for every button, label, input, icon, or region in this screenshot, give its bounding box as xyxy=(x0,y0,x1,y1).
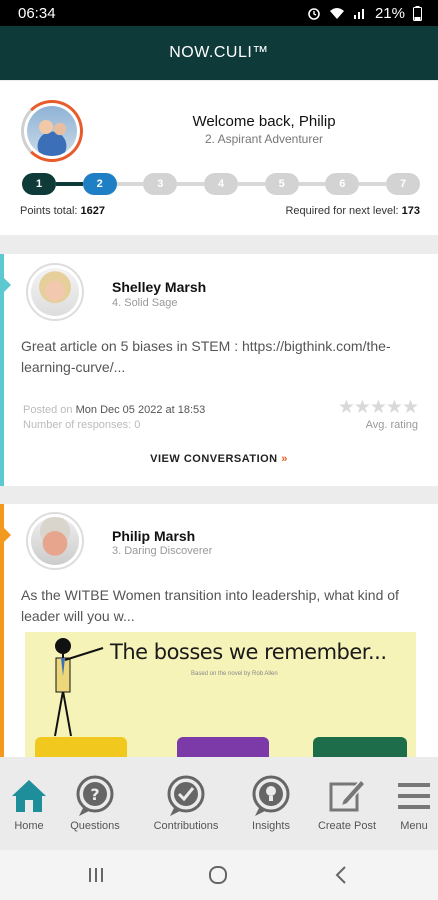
level-connector xyxy=(116,182,144,186)
image-subtitle: Based on the novel by Rob Allen xyxy=(191,671,278,677)
check-bubble-icon xyxy=(164,774,208,818)
required-label: Required for next level: xyxy=(285,205,399,217)
post-text[interactable]: As the WITBE Women transition into leade… xyxy=(21,585,425,627)
nav-questions-label: Questions xyxy=(70,820,120,832)
welcome-text: Welcome back, Philip xyxy=(192,113,336,130)
author-avatar[interactable] xyxy=(26,512,84,570)
nav-menu-label: Menu xyxy=(400,820,428,832)
posted-label: Posted on xyxy=(23,404,73,416)
image-card xyxy=(313,737,407,757)
level-connector xyxy=(298,182,326,186)
battery-icon xyxy=(413,5,422,21)
profile-card: Welcome back, Philip 2. Aspirant Adventu… xyxy=(0,81,438,235)
app-title: NOW.CULI™ xyxy=(169,44,269,61)
post-card[interactable]: Philip Marsh 3. Daring Discoverer As the… xyxy=(0,504,438,757)
author-name[interactable]: Philip Marsh xyxy=(112,528,195,544)
nav-insights-label: Insights xyxy=(252,820,290,832)
points-required: Required for next level: 173 xyxy=(285,205,420,217)
question-bubble-icon: ? xyxy=(73,774,117,818)
avg-rating-label: Avg. rating xyxy=(365,419,418,431)
user-level-name: 2. Aspirant Adventurer xyxy=(204,132,324,146)
level-step-3: 3 xyxy=(143,173,178,195)
level-connector xyxy=(177,182,204,186)
post-accent-pointer xyxy=(4,528,11,542)
level-step-2: 2 xyxy=(82,173,117,195)
signal-icon xyxy=(353,8,364,19)
author-rank: 4. Solid Sage xyxy=(112,297,178,309)
chevron-right-icon: » xyxy=(281,453,288,465)
image-card xyxy=(177,737,269,757)
svg-text:?: ? xyxy=(90,785,99,804)
points-value: 1627 xyxy=(80,205,106,217)
post-accent-pointer xyxy=(4,278,11,292)
nav-contributions[interactable]: Contributions xyxy=(140,757,232,850)
view-conversation-button[interactable]: VIEW CONVERSATION » xyxy=(0,453,438,465)
recent-apps-icon[interactable] xyxy=(86,863,106,887)
status-time: 06:34 xyxy=(18,4,56,22)
post-image[interactable]: The bosses we remember... Based on the n… xyxy=(25,632,416,757)
system-navigation-bar xyxy=(0,850,438,900)
author-name[interactable]: Shelley Marsh xyxy=(112,279,206,295)
level-connector xyxy=(238,182,265,186)
view-conversation-label: VIEW CONVERSATION xyxy=(150,453,278,465)
level-step-5: 5 xyxy=(264,173,299,195)
responses-label: Number of responses: xyxy=(23,419,132,431)
post-meta: Posted on Mon Dec 05 2022 at 18:53 Numbe… xyxy=(23,403,205,433)
lightbulb-bubble-icon xyxy=(249,774,293,818)
posted-date: Mon Dec 05 2022 at 18:53 xyxy=(75,404,206,416)
level-step-4: 4 xyxy=(204,173,238,195)
nav-create-post[interactable]: Create Post xyxy=(308,757,386,850)
battery-text: 21% xyxy=(374,4,405,22)
points-total: Points total: 1627 xyxy=(20,205,105,217)
back-icon[interactable] xyxy=(331,863,351,887)
nav-insights[interactable]: Insights xyxy=(242,757,300,850)
nav-menu[interactable]: Menu xyxy=(392,757,436,850)
nav-questions[interactable]: ? Questions xyxy=(62,757,128,850)
level-progress: 1 2 3 4 5 6 7 xyxy=(22,173,420,195)
image-card xyxy=(35,737,127,757)
alarm-icon xyxy=(308,8,320,20)
post-text[interactable]: Great article on 5 biases in STEM : http… xyxy=(21,336,425,378)
level-connector xyxy=(359,182,386,186)
required-value: 173 xyxy=(401,205,420,217)
author-avatar[interactable] xyxy=(26,263,84,321)
app-header: NOW.CULI™ xyxy=(0,26,438,80)
points-label: Points total: xyxy=(20,205,78,217)
image-title: The bosses we remember... xyxy=(110,640,387,664)
home-button-icon[interactable] xyxy=(207,863,231,887)
nav-home-label: Home xyxy=(14,820,44,832)
menu-icon xyxy=(396,774,432,818)
edit-icon xyxy=(327,774,367,818)
author-rank: 3. Daring Discoverer xyxy=(112,545,213,557)
post-card[interactable]: Shelley Marsh 4. Solid Sage Great articl… xyxy=(0,254,438,486)
level-step-1: 1 xyxy=(22,173,56,195)
level-step-6: 6 xyxy=(325,173,360,195)
nav-home[interactable]: Home xyxy=(0,757,58,850)
profile-avatar[interactable] xyxy=(21,100,83,162)
wifi-icon xyxy=(329,7,344,19)
responses-count: 0 xyxy=(134,419,141,431)
nav-contributions-label: Contributions xyxy=(153,820,219,832)
rating-stars[interactable]: ★★★★★ xyxy=(338,396,419,419)
level-connector xyxy=(56,182,83,186)
level-step-7: 7 xyxy=(386,173,420,195)
nav-create-post-label: Create Post xyxy=(317,820,377,832)
status-icons: 21% xyxy=(307,5,422,22)
home-icon xyxy=(9,774,49,818)
bottom-navigation: Home ? Questions Contributions Insights … xyxy=(0,757,438,850)
status-bar: 06:34 21% xyxy=(0,0,438,26)
